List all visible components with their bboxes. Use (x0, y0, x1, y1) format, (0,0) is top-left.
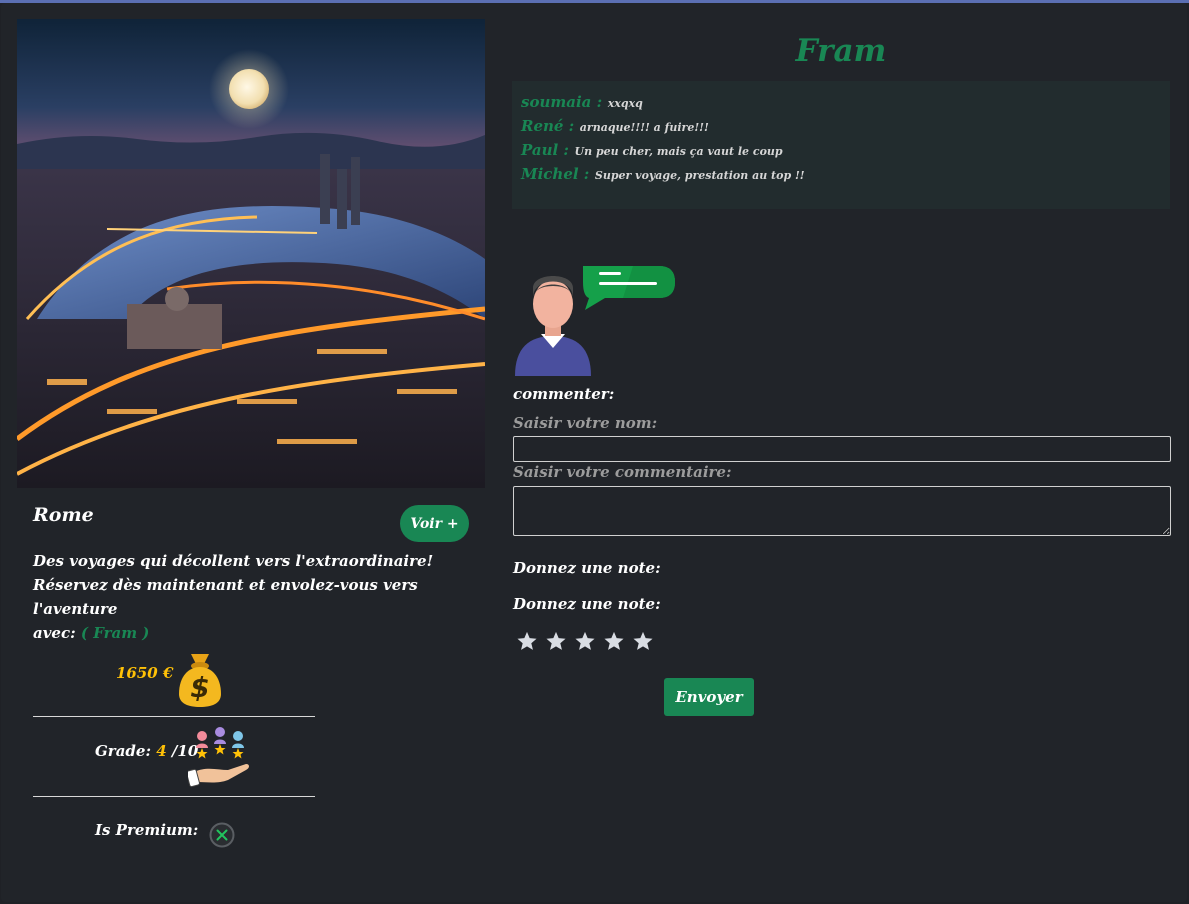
money-bag-icon: $ (179, 654, 221, 707)
price-row: 1650 € $ (33, 645, 315, 709)
destination-city: Rome (33, 504, 94, 526)
description-line-2: Réservez dès maintenant et envolez-vous … (33, 576, 418, 618)
commenter-label: commenter: (513, 385, 615, 403)
comment-item: René : arnaque!!!! a fuire!!! (521, 115, 1161, 139)
comments-list: soumaia : xxqxq René : arnaque!!!! a fui… (512, 81, 1170, 209)
star-icon[interactable] (603, 630, 625, 652)
grade-label: Grade: (95, 742, 152, 760)
rating-label-secondary: Donnez une note: (513, 595, 661, 613)
comment-textarea[interactable] (513, 486, 1171, 536)
grade-row: Grade: 4 /10 (33, 724, 315, 788)
star-icon[interactable] (632, 630, 654, 652)
rating-label: Donnez une note: (513, 559, 661, 577)
comment-text: xxqxq (607, 97, 643, 110)
agency-title: Fram (795, 33, 887, 69)
comment-text: Super voyage, prestation au top !! (594, 169, 805, 182)
comment-text: arnaque!!!! a fuire!!! (579, 121, 709, 134)
destination-photo (17, 19, 485, 488)
description-line-3: avec: ( Fram ) (33, 621, 483, 645)
grade-value: 4 (156, 742, 167, 760)
comment-item: Paul : Un peu cher, mais ça vaut le coup (521, 139, 1161, 163)
price-value: 1650 € (116, 664, 174, 682)
premium-label: Is Premium: (95, 821, 199, 839)
comment-author: soumaia : (521, 93, 603, 111)
comment-author: Michel : (521, 165, 590, 183)
description-avec: avec: (33, 624, 76, 642)
star-icon[interactable] (574, 630, 596, 652)
destination-description: Des voyages qui décollent vers l'extraor… (33, 549, 483, 645)
send-button[interactable]: Envoyer (664, 678, 754, 716)
comment-author: René : (521, 117, 575, 135)
rating-hand-icon (188, 727, 249, 788)
person-chat-icon (515, 266, 675, 376)
name-label: Saisir votre nom: (513, 414, 658, 432)
star-rating (516, 630, 654, 652)
name-input[interactable] (513, 436, 1171, 462)
star-icon[interactable] (545, 630, 567, 652)
comment-item: Michel : Super voyage, prestation au top… (521, 163, 1161, 187)
voir-plus-button[interactable]: Voir + (400, 505, 469, 542)
divider (33, 716, 315, 717)
comment-item: soumaia : xxqxq (521, 91, 1161, 115)
comment-author: Paul : (521, 141, 569, 159)
divider (33, 796, 315, 797)
svg-text:$: $ (190, 671, 209, 704)
comment-label: Saisir votre commentaire: (513, 463, 732, 481)
star-icon[interactable] (516, 630, 538, 652)
comment-text: Un peu cher, mais ça vaut le coup (574, 145, 783, 158)
description-agency: ( Fram ) (80, 624, 150, 642)
description-line-1: Des voyages qui décollent vers l'extraor… (33, 552, 434, 570)
grade-text: Grade: 4 /10 (95, 742, 198, 760)
x-circle-icon (209, 822, 235, 848)
